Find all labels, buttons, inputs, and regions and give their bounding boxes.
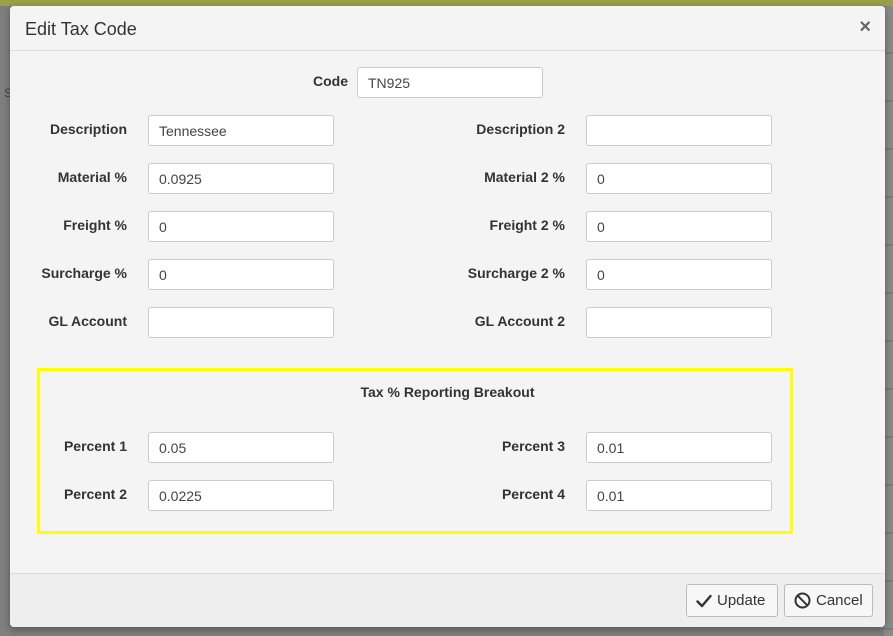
material-2-pct-input[interactable] [586,163,772,194]
description-2-input[interactable] [586,115,772,146]
cancel-button[interactable]: Cancel [784,584,873,617]
percent-2-input[interactable] [148,480,334,511]
checkmark-icon [696,594,712,608]
percent-4-label: Percent 4 [501,486,565,502]
freight-2-pct-label: Freight 2 % [489,217,565,233]
material-pct-input[interactable] [148,163,334,194]
description-input[interactable] [148,115,334,146]
gl-account-input[interactable] [148,307,334,338]
ban-icon [794,592,811,609]
cancel-button-label: Cancel [816,592,863,609]
gl-account-label: GL Account [48,313,127,329]
material-pct-label: Material % [57,169,127,185]
dialog-footer: Update Cancel [10,573,885,627]
surcharge-pct-input[interactable] [148,259,334,290]
breakout-title: Tax % Reporting Breakout [360,384,535,400]
backdrop-left: S [0,6,12,636]
update-button-label: Update [717,592,766,609]
surcharge-2-pct-input[interactable] [586,259,772,290]
dialog-title: Edit Tax Code [25,19,137,39]
percent-3-label: Percent 3 [501,438,565,454]
close-icon[interactable]: × [859,16,871,38]
percent-2-label: Percent 2 [63,486,127,502]
surcharge-pct-label: Surcharge % [41,265,127,281]
dialog-header: Edit Tax Code × [10,6,885,51]
freight-pct-label: Freight % [63,217,127,233]
percent-1-label: Percent 1 [63,438,127,454]
description-2-label: Description 2 [476,121,565,137]
freight-2-pct-input[interactable] [586,211,772,242]
backdrop-right [884,6,893,636]
gl-account-2-label: GL Account 2 [474,313,565,329]
percent-1-input[interactable] [148,432,334,463]
code-label: Code [313,73,348,89]
edit-tax-code-dialog: Edit Tax Code × Code Description Materia… [10,6,885,627]
percent-4-input[interactable] [586,480,772,511]
gl-account-2-input[interactable] [586,307,772,338]
surcharge-2-pct-label: Surcharge 2 % [467,265,565,281]
percent-3-input[interactable] [586,432,772,463]
freight-pct-input[interactable] [148,211,334,242]
description-label: Description [49,121,127,137]
update-button[interactable]: Update [686,584,778,617]
code-input[interactable] [357,67,543,98]
material-2-pct-label: Material 2 % [484,169,565,185]
